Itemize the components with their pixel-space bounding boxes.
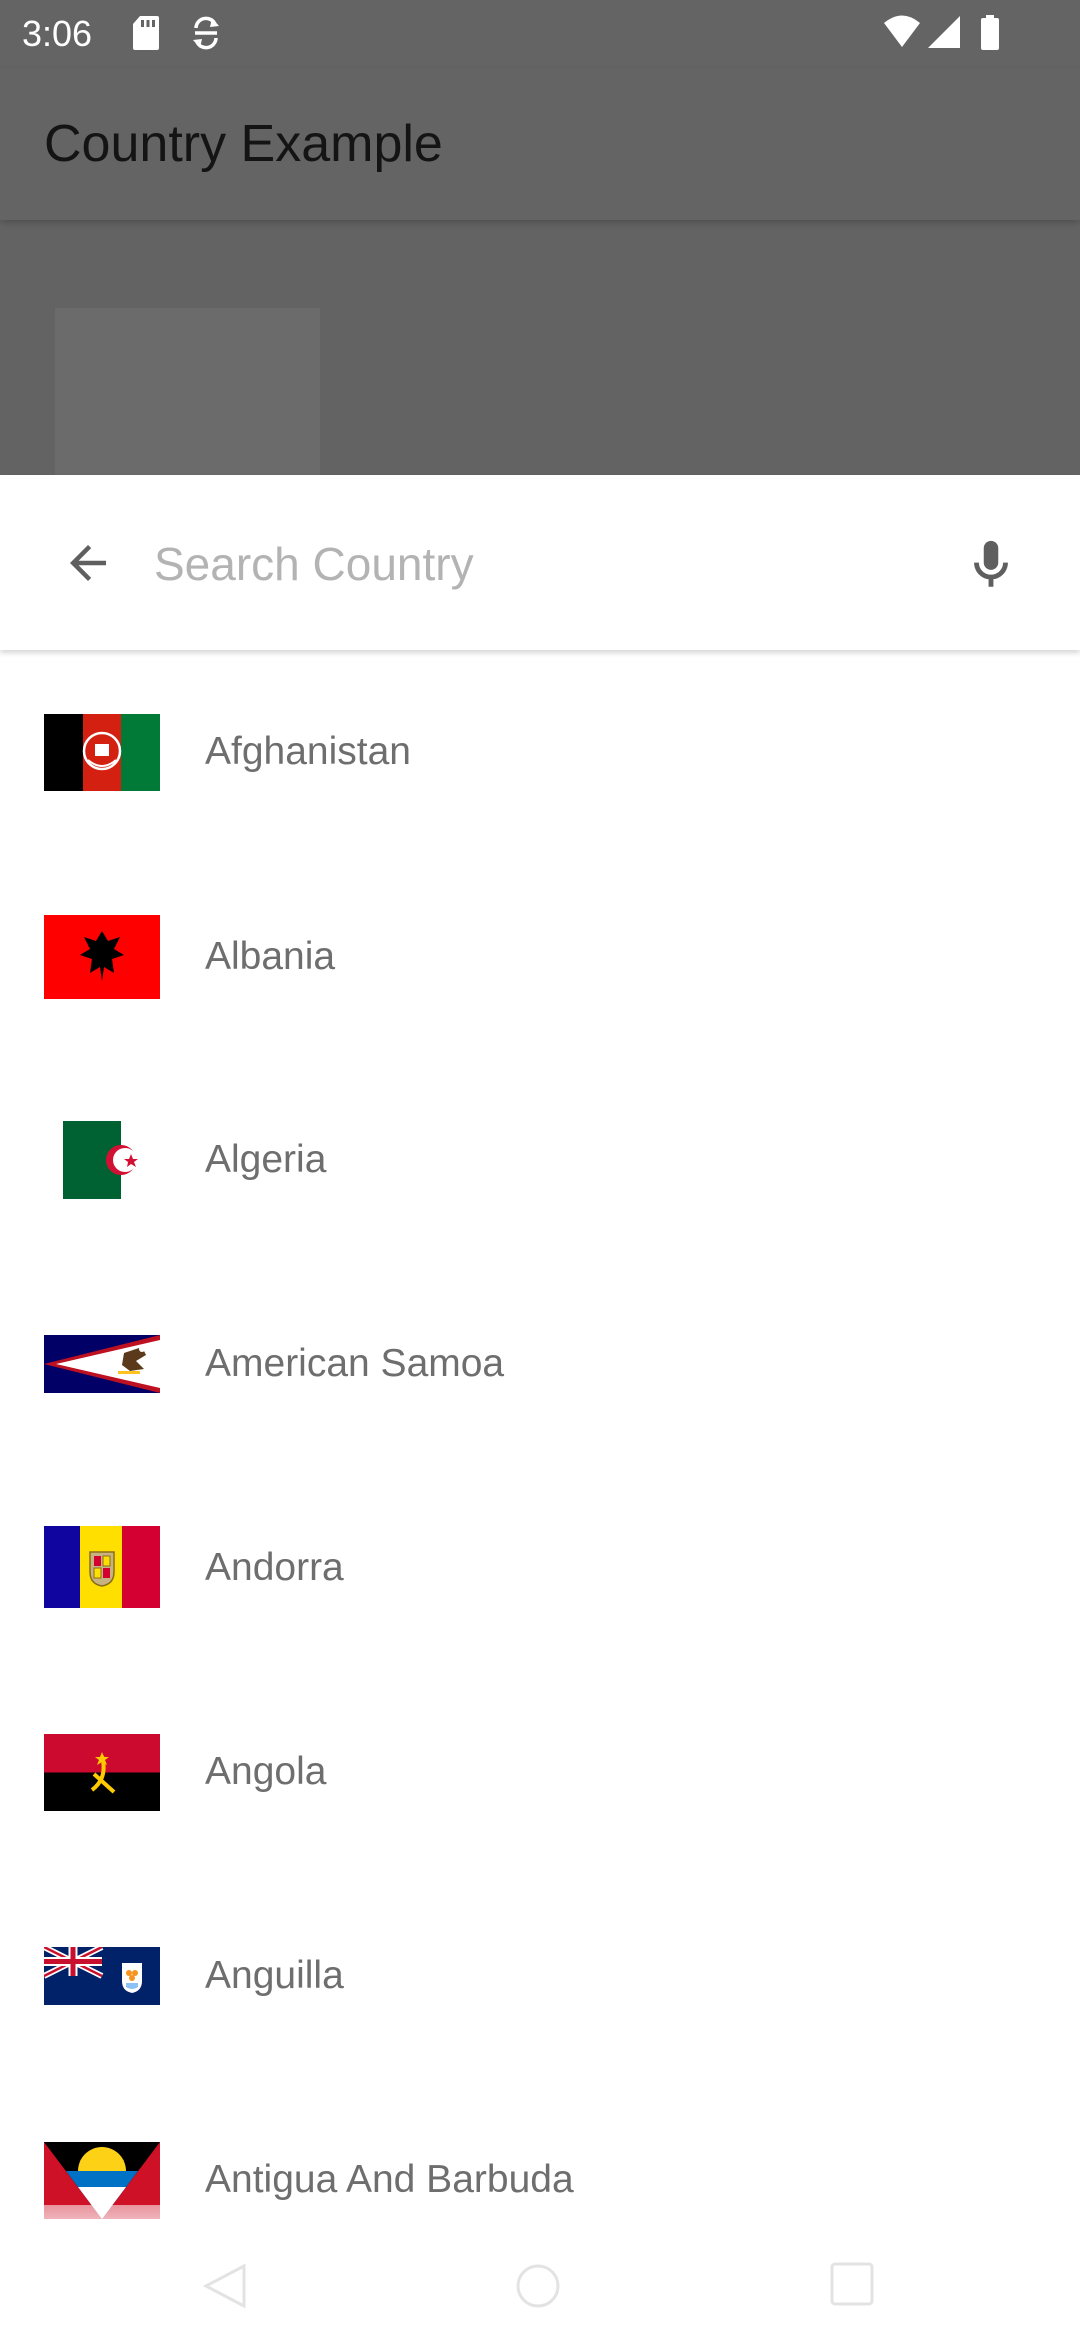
algeria-flag [63,1121,141,1199]
country-name: Albania [205,935,336,978]
sd-card-icon [133,16,159,50]
angola-flag [44,1734,160,1811]
battery-icon [981,15,999,50]
microphone-icon [974,540,1008,587]
search-bar [0,475,1080,650]
backdrop-placeholder [55,308,320,478]
country-item-afghanistan[interactable]: Afghanistan [0,650,1080,854]
dimmed-backdrop[interactable] [0,220,1080,478]
wifi-icon [884,15,920,47]
nav-back-icon[interactable] [200,2260,252,2312]
search-input[interactable] [154,520,894,608]
app-bar: Country Example [0,68,1080,220]
afghanistan-flag [44,714,160,791]
status-time: 3:06 [22,13,93,54]
nav-home-icon[interactable] [512,2260,564,2312]
sync-icon [193,16,219,50]
country-name: American Samoa [205,1342,505,1385]
country-list[interactable]: Afghanistan Albania Algeria American Sam… [0,650,1080,2230]
albania-flag [44,915,160,999]
country-name: Andorra [205,1546,344,1589]
country-name: Angola [205,1750,327,1793]
country-item-angola[interactable]: Angola [0,1670,1080,1874]
country-item-algeria[interactable]: Algeria [0,1058,1080,1262]
arrow-back-icon [70,545,106,581]
country-item-american-samoa[interactable]: American Samoa [0,1262,1080,1466]
country-name: Anguilla [205,1954,344,1997]
app-title: Country Example [44,115,443,173]
cellular-signal-icon [928,16,960,48]
andorra-flag [44,1526,160,1608]
country-name: Afghanistan [205,730,411,773]
back-button[interactable] [52,527,124,599]
nav-recents-icon[interactable] [828,2260,876,2308]
country-name: Antigua And Barbuda [205,2158,574,2201]
navigation-bar [0,2230,1080,2340]
anguilla-flag [44,1947,160,2005]
voice-search-button[interactable] [955,527,1027,603]
status-bar: 3:06 [0,0,1080,68]
country-item-albania[interactable]: Albania [0,854,1080,1058]
country-item-andorra[interactable]: Andorra [0,1466,1080,1670]
country-item-anguilla[interactable]: Anguilla [0,1874,1080,2078]
american-samoa-flag [44,1335,160,1393]
country-name: Algeria [205,1138,327,1181]
